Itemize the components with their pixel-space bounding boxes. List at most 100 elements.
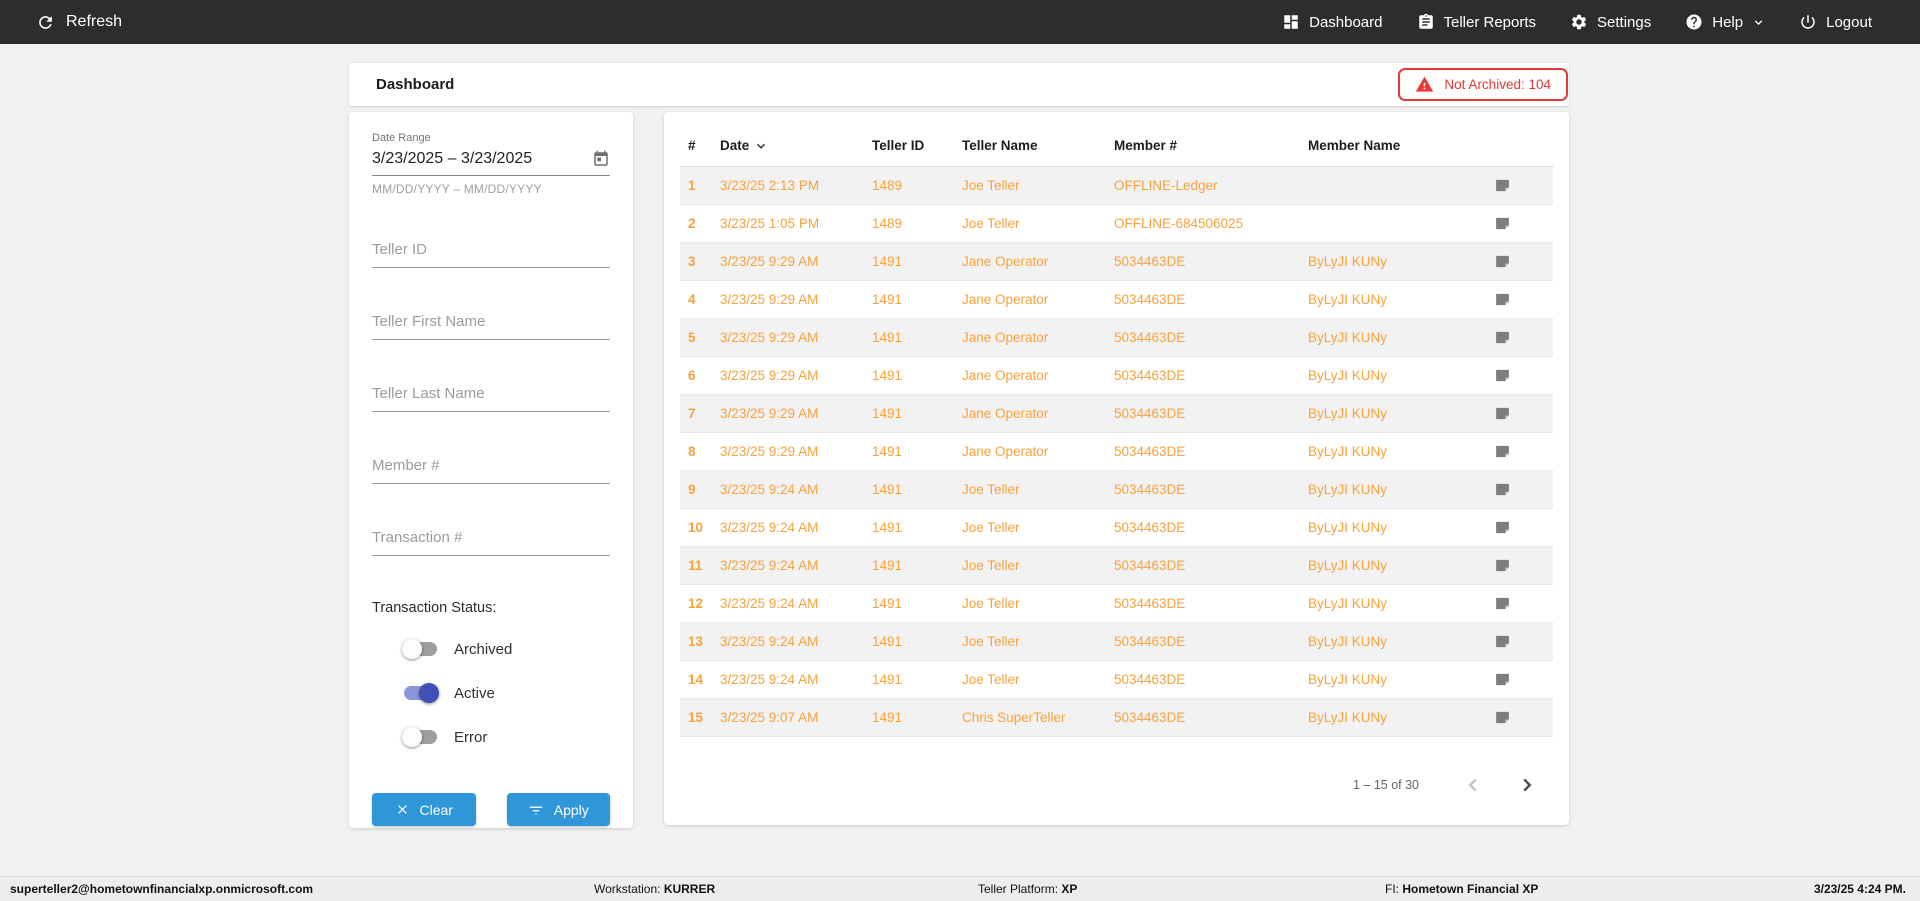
- table-row[interactable]: 8 3/23/25 9:29 AM 1491 Jane Operator 503…: [680, 432, 1553, 471]
- note-icon[interactable]: [1494, 633, 1511, 650]
- table-row[interactable]: 3 3/23/25 9:29 AM 1491 Jane Operator 503…: [680, 242, 1553, 281]
- table-row[interactable]: 2 3/23/25 1:05 PM 1489 Joe Teller OFFLIN…: [680, 204, 1553, 243]
- nav-teller-reports-label: Teller Reports: [1443, 13, 1537, 31]
- row-num: 3: [680, 242, 712, 281]
- workstation-value: KURRER: [663, 882, 716, 896]
- note-icon[interactable]: [1494, 519, 1511, 536]
- filter-icon: [529, 806, 542, 815]
- row-teller-id: 1489: [864, 204, 954, 243]
- fi-label: FI:: [1385, 882, 1399, 896]
- note-icon[interactable]: [1494, 557, 1511, 574]
- row-member-num: 5034463DE: [1106, 280, 1300, 319]
- active-toggle[interactable]: [402, 683, 439, 703]
- not-archived-badge[interactable]: Not Archived: 104: [1398, 68, 1568, 101]
- power-icon: [1801, 15, 1815, 29]
- table-row[interactable]: 10 3/23/25 9:24 AM 1491 Joe Teller 50344…: [680, 508, 1553, 547]
- note-icon[interactable]: [1494, 709, 1511, 726]
- table-row[interactable]: 12 3/23/25 9:24 AM 1491 Joe Teller 50344…: [680, 584, 1553, 623]
- table-row[interactable]: 7 3/23/25 9:29 AM 1491 Jane Operator 503…: [680, 394, 1553, 433]
- filter-buttons: Clear Apply: [372, 793, 610, 826]
- clear-button[interactable]: Clear: [372, 793, 476, 826]
- nav-settings[interactable]: Settings: [1570, 13, 1651, 31]
- refresh-label: Refresh: [66, 13, 123, 30]
- table-row[interactable]: 9 3/23/25 9:24 AM 1491 Joe Teller 503446…: [680, 470, 1553, 509]
- row-date: 3/23/25 9:24 AM: [712, 660, 864, 699]
- note-icon[interactable]: [1494, 253, 1511, 270]
- calendar-icon[interactable]: [592, 150, 610, 168]
- row-member-name: ByLyJI KUNy: [1300, 508, 1482, 547]
- toggle-row-active: Active: [402, 682, 610, 704]
- pagination-range: 1 – 15 of 30: [1352, 778, 1419, 792]
- row-teller-name: Jane Operator: [954, 356, 1106, 395]
- row-member-num: 5034463DE: [1106, 242, 1300, 281]
- table-row[interactable]: 1 3/23/25 2:13 PM 1489 Joe Teller OFFLIN…: [680, 166, 1553, 205]
- note-icon[interactable]: [1494, 215, 1511, 232]
- nav-teller-reports[interactable]: Teller Reports: [1417, 13, 1537, 31]
- col-header-member-name[interactable]: Member Name: [1300, 126, 1482, 167]
- table-row[interactable]: 14 3/23/25 9:24 AM 1491 Joe Teller 50344…: [680, 660, 1553, 699]
- note-icon[interactable]: [1494, 405, 1511, 422]
- platform-label: Teller Platform:: [978, 882, 1059, 896]
- member-number-input[interactable]: [372, 453, 610, 484]
- row-member-num: 5034463DE: [1106, 318, 1300, 357]
- note-icon[interactable]: [1494, 671, 1511, 688]
- note-icon[interactable]: [1494, 443, 1511, 460]
- row-teller-name: Joe Teller: [954, 508, 1106, 547]
- col-header-member-num[interactable]: Member #: [1106, 126, 1300, 167]
- teller-id-input[interactable]: [372, 237, 610, 268]
- navbar-menu: Dashboard Teller Reports Settings Help L…: [1282, 13, 1920, 31]
- table-row[interactable]: 5 3/23/25 9:29 AM 1491 Jane Operator 503…: [680, 318, 1553, 357]
- active-toggle-label[interactable]: Active: [454, 685, 495, 702]
- date-range-helper: MM/DD/YYYY – MM/DD/YYYY: [372, 182, 542, 196]
- workstation-label: Workstation:: [594, 882, 661, 896]
- note-icon[interactable]: [1494, 291, 1511, 308]
- archived-toggle[interactable]: [402, 639, 439, 659]
- teller-last-name-input[interactable]: [372, 381, 610, 412]
- table-row[interactable]: 11 3/23/25 9:24 AM 1491 Joe Teller 50344…: [680, 546, 1553, 585]
- teller-first-name-input[interactable]: [372, 309, 610, 340]
- nav-logout[interactable]: Logout: [1799, 13, 1872, 31]
- row-date: 3/23/25 9:29 AM: [712, 318, 864, 357]
- sort-descending-icon: [757, 143, 766, 149]
- note-icon[interactable]: [1494, 367, 1511, 384]
- note-icon[interactable]: [1494, 329, 1511, 346]
- previous-page-button[interactable]: [1459, 771, 1487, 799]
- row-note-cell: [1482, 280, 1553, 319]
- date-range-field[interactable]: 3/23/2025 – 3/23/2025: [372, 144, 610, 176]
- help-icon: [1686, 14, 1702, 30]
- row-teller-name: Joe Teller: [954, 584, 1106, 623]
- row-date: 3/23/25 9:24 AM: [712, 622, 864, 661]
- row-member-num: 5034463DE: [1106, 660, 1300, 699]
- table-row[interactable]: 4 3/23/25 9:29 AM 1491 Jane Operator 503…: [680, 280, 1553, 319]
- archived-toggle-label[interactable]: Archived: [454, 641, 512, 658]
- row-teller-id: 1491: [864, 470, 954, 509]
- row-teller-id: 1491: [864, 508, 954, 547]
- apply-button-label: Apply: [553, 801, 589, 818]
- table-row[interactable]: 13 3/23/25 9:24 AM 1491 Joe Teller 50344…: [680, 622, 1553, 661]
- col-header-num[interactable]: #: [680, 126, 712, 167]
- row-member-name: ByLyJI KUNy: [1300, 546, 1482, 585]
- row-member-num: 5034463DE: [1106, 698, 1300, 737]
- table-row[interactable]: 6 3/23/25 9:29 AM 1491 Jane Operator 503…: [680, 356, 1553, 395]
- nav-help[interactable]: Help: [1685, 13, 1765, 31]
- teller-platform-info: Teller Platform: XP: [978, 877, 1077, 901]
- apply-button[interactable]: Apply: [506, 793, 610, 826]
- note-icon[interactable]: [1494, 481, 1511, 498]
- transaction-number-input[interactable]: [372, 525, 610, 556]
- refresh-button[interactable]: Refresh: [0, 13, 122, 32]
- note-icon[interactable]: [1494, 595, 1511, 612]
- financial-institution-info: FI: Hometown Financial XP: [1385, 877, 1538, 901]
- col-header-teller-id[interactable]: Teller ID: [864, 126, 954, 167]
- next-page-button[interactable]: [1513, 771, 1541, 799]
- error-toggle[interactable]: [402, 727, 439, 747]
- row-teller-id: 1491: [864, 622, 954, 661]
- note-icon[interactable]: [1494, 177, 1511, 194]
- logged-in-user: superteller2@hometownfinancialxp.onmicro…: [10, 882, 314, 896]
- nav-dashboard[interactable]: Dashboard: [1282, 13, 1383, 31]
- error-toggle-label[interactable]: Error: [454, 729, 487, 746]
- table-row[interactable]: 15 3/23/25 9:07 AM 1491 Chris SuperTelle…: [680, 698, 1553, 737]
- col-header-teller-name[interactable]: Teller Name: [954, 126, 1106, 167]
- col-header-date[interactable]: Date: [712, 126, 864, 167]
- row-teller-id: 1491: [864, 432, 954, 471]
- row-teller-id: 1491: [864, 356, 954, 395]
